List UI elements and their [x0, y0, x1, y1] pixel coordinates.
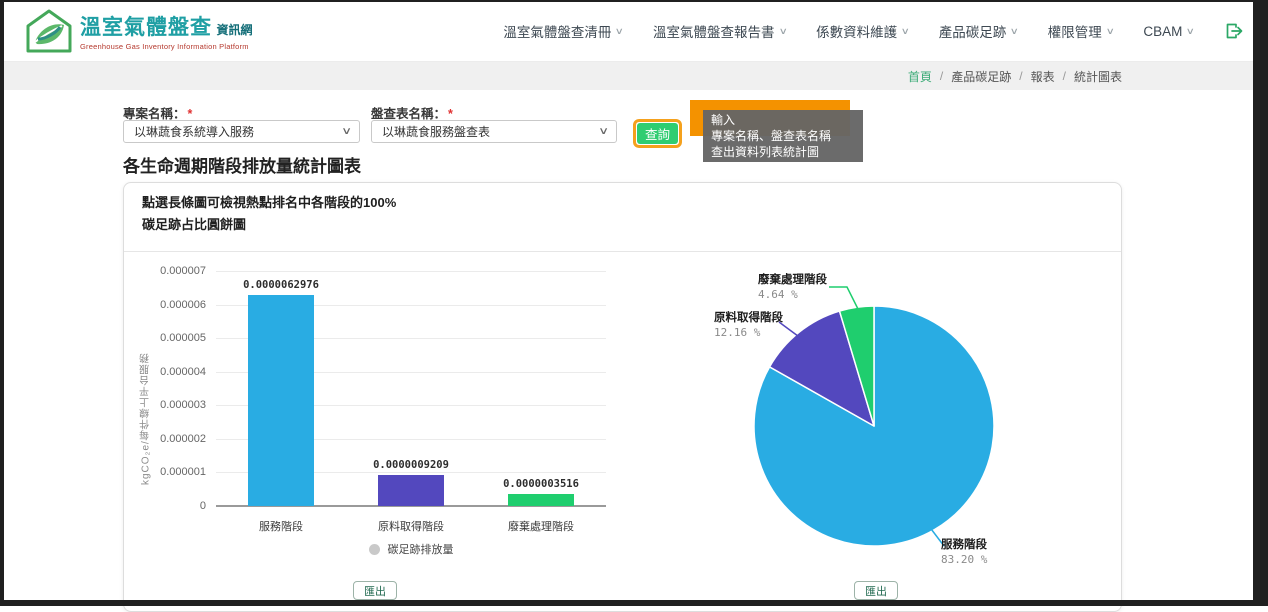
legend-dot-icon — [369, 544, 380, 555]
bar-value-label: 0.0000062976 — [216, 279, 346, 291]
y-axis-tick-label: 0.000007 — [142, 264, 206, 278]
chevron-down-icon: ∨ — [598, 126, 609, 137]
pie-label-waste-stage: 廢棄處理階段 4.64 % — [758, 271, 827, 301]
x-axis-category-label: 廢棄處理階段 — [476, 518, 606, 534]
bar-chart-legend: 碳足跡排放量 — [216, 541, 606, 557]
nav-item-5[interactable]: 權限管理∨ — [1048, 21, 1114, 41]
logo-text-block: 溫室氣體盤查 資訊網 Greenhouse Gas Inventory Info… — [80, 11, 252, 51]
tooltip-line: 查出資料列表統計圖 — [711, 144, 855, 160]
bar-chart-y-ticks: 0.000007 0.000006 0.000005 0.000004 0.000003… — [142, 251, 206, 521]
nav-item-3[interactable]: 係數資料維護∨ — [816, 21, 909, 41]
window-frame — [1253, 0, 1268, 606]
query-button[interactable]: 查詢 — [637, 123, 678, 144]
logo-subtitle: Greenhouse Gas Inventory Information Pla… — [80, 42, 252, 51]
y-axis-tick-label: 0.000006 — [142, 298, 206, 312]
chevron-down-icon: ∨ — [341, 126, 352, 137]
pie-chart-export-button[interactable]: 匯出 — [854, 581, 898, 600]
legend-label: 碳足跡排放量 — [388, 541, 454, 557]
y-axis-tick-label: 0.000004 — [142, 365, 206, 379]
nav-item-2[interactable]: 溫室氣體盤查報告書∨ — [653, 21, 786, 41]
chevron-down-icon: ∨ — [615, 26, 624, 37]
logo-title: 溫室氣體盤查 — [80, 16, 212, 39]
x-axis-category-label: 原料取得階段 — [346, 518, 476, 534]
breadcrumb-item[interactable]: 首頁 — [908, 68, 932, 85]
y-axis-tick-label: 0.000002 — [142, 432, 206, 446]
pie-label-service-stage: 服務階段 83.20 % — [941, 536, 987, 566]
bar-value-label: 0.0000009209 — [346, 459, 476, 471]
required-asterisk: * — [448, 107, 453, 121]
nav-item-4[interactable]: 產品碳足跡∨ — [939, 21, 1018, 41]
main-nav: 溫室氣體盤查清冊∨ 溫室氣體盤查報告書∨ 係數資料維護∨ 產品碳足跡∨ 權限管理∨ CBA… — [503, 0, 1244, 62]
breadcrumb-item[interactable]: 產品碳足跡 — [951, 68, 1011, 85]
bar-chart-export-button[interactable]: 匯出 — [353, 581, 397, 600]
breadcrumb-item[interactable]: 報表 — [1031, 68, 1055, 85]
breadcrumb-separator: / — [1063, 69, 1066, 83]
breadcrumb-item[interactable]: 統計圖表 — [1074, 68, 1122, 85]
tooltip-line: 輸入 — [711, 112, 855, 128]
breadcrumb-separator: / — [940, 69, 943, 83]
project-name-value: 以琳蔬食系統導入服務 — [134, 123, 254, 140]
bar-chart-plot: 0.0000062976服務階段0.0000009209原料取得階段0.0000… — [216, 271, 606, 506]
card-hint-text: 點選長條圖可檢視熱點排名中各階段的100% 碳足跡占比圓餅圖 — [142, 192, 396, 236]
y-axis-tick-label: 0 — [142, 499, 206, 513]
logo-house-leaf-icon — [26, 9, 72, 53]
chevron-down-icon: ∨ — [1105, 26, 1114, 37]
y-axis-tick-label: 0.000001 — [142, 465, 206, 479]
nav-item-1[interactable]: 溫室氣體盤查清冊∨ — [503, 21, 623, 41]
chevron-down-icon: ∨ — [901, 26, 910, 37]
query-button-highlight: 查詢 — [633, 119, 682, 148]
pie-label-raw-material-stage: 原料取得階段 12.16 % — [714, 309, 783, 339]
bar-原料取得階段[interactable] — [378, 475, 444, 506]
chevron-down-icon: ∨ — [1010, 26, 1019, 37]
window-frame — [0, 600, 1268, 606]
breadcrumb: 首頁 / 產品碳足跡 / 報表 / 統計圖表 — [908, 62, 1122, 90]
nav-item-6[interactable]: CBAM∨ — [1143, 24, 1194, 39]
charts-row: kgCO₂e/每件線上平台服務 0.0000070.0000060.000005… — [124, 251, 1121, 607]
bar-value-label: 0.0000003516 — [476, 478, 606, 490]
bar-服務階段[interactable] — [248, 295, 314, 506]
page-title: 各生命週期階段排放量統計圖表 — [123, 152, 361, 177]
gridline — [216, 271, 606, 272]
logo-title-suffix: 資訊網 — [216, 23, 252, 37]
y-axis-tick-label: 0.000005 — [142, 331, 206, 345]
required-asterisk: * — [188, 107, 193, 121]
chevron-down-icon: ∨ — [778, 26, 787, 37]
sheet-name-select[interactable]: 以琳蔬食服務盤查表 ∨ — [371, 120, 617, 143]
tooltip-line: 專案名稱、盤查表名稱 — [711, 128, 855, 144]
sheet-name-value: 以琳蔬食服務盤查表 — [382, 123, 490, 140]
logout-icon[interactable] — [1224, 21, 1244, 41]
bar-廢棄處理階段[interactable] — [508, 494, 574, 506]
app-logo[interactable]: 溫室氣體盤查 資訊網 Greenhouse Gas Inventory Info… — [26, 9, 252, 53]
project-name-select[interactable]: 以琳蔬食系統導入服務 ∨ — [123, 120, 360, 143]
y-axis-tick-label: 0.000003 — [142, 398, 206, 412]
chevron-down-icon: ∨ — [1186, 26, 1195, 37]
statistics-card: 點選長條圖可檢視熱點排名中各階段的100% 碳足跡占比圓餅圖 kgCO₂e/每件… — [123, 182, 1122, 612]
window-frame — [0, 0, 1268, 2]
window-frame — [0, 0, 4, 606]
annotation-tooltip: 輸入 專案名稱、盤查表名稱 查出資料列表統計圖 — [703, 110, 863, 162]
app-header: 溫室氣體盤查 資訊網 Greenhouse Gas Inventory Info… — [0, 0, 1268, 62]
pie-chart — [631, 256, 1121, 606]
x-axis-category-label: 服務階段 — [216, 518, 346, 534]
breadcrumb-separator: / — [1019, 69, 1022, 83]
